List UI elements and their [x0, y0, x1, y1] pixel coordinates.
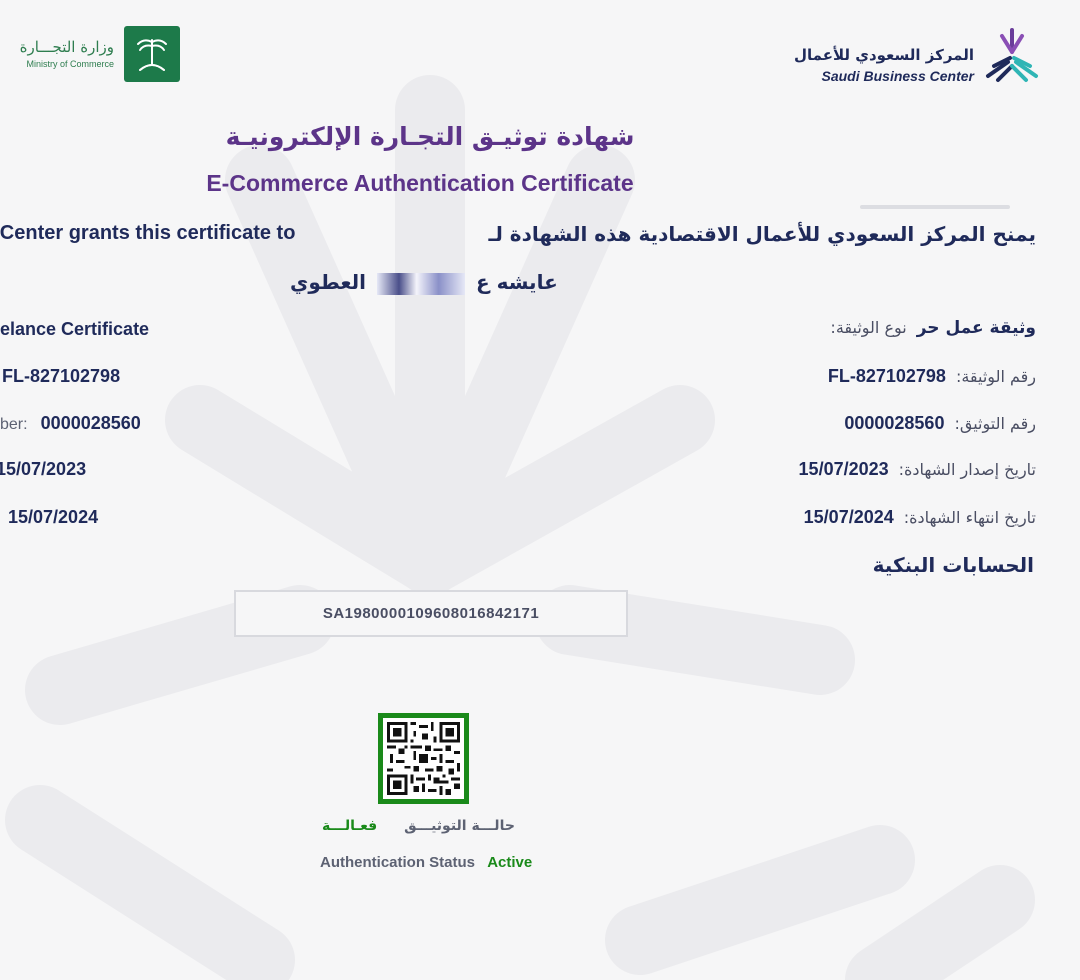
palm-swords-emblem-icon: [124, 26, 180, 82]
moc-name-ar: وزارة التجـــارة: [19, 38, 114, 56]
auth-status-ar: حالـــة التوثيـــق فعـالـــة: [322, 818, 515, 834]
qr-code-icon[interactable]: [378, 713, 469, 804]
moc-logo: وزارة التجـــارة Ministry of Commerce: [14, 26, 184, 86]
field-row-expiry-date-ar: تاريخ انتهاء الشهادة: 15/07/2024: [804, 507, 1036, 528]
field-value: 0000028560: [40, 413, 141, 433]
field-label: تاريخ انتهاء الشهادة:: [903, 508, 1036, 527]
field-row-issue-date-ar: تاريخ إصدار الشهادة: 15/07/2023: [799, 459, 1036, 480]
sbc-star-icon: [986, 28, 1038, 82]
certificate-title-en: E-Commerce Authentication Certificate: [206, 170, 634, 196]
field-label: ber:: [0, 416, 28, 433]
auth-status-en: Authentication Status Active: [320, 854, 532, 871]
status-value-en: Active: [487, 854, 533, 871]
field-label: تاريخ إصدار الشهادة:: [898, 460, 1036, 479]
field-label: رقم الوثيقة:: [955, 367, 1036, 386]
bank-accounts-heading: الحسابات البنكية: [872, 553, 1034, 577]
field-label: نوع الوثيقة:: [830, 318, 907, 337]
redacted-name-part: [376, 272, 465, 295]
holder-name: عايشه ع العطوي: [290, 270, 558, 295]
status-label-ar: حالـــة التوثيـــق: [404, 818, 515, 834]
iban-box: SA1980000109608016842171: [234, 590, 628, 637]
field-value-doc-type-en: elance Certificate: [0, 319, 150, 339]
divider: [860, 205, 1010, 209]
field-row-auth-number-en: ber: 0000028560: [0, 413, 141, 434]
moc-name-en: Ministry of Commerce: [26, 59, 114, 69]
field-label: رقم التوثيق:: [954, 414, 1036, 433]
holder-last-name: العطوي: [290, 270, 367, 294]
field-value: FL-827102798: [827, 366, 946, 386]
iban-value: SA1980000109608016842171: [322, 605, 540, 622]
field-value-expiry-date-en: 15/07/2024: [8, 507, 99, 527]
grants-text-en: ss Center grants this certificate to: [0, 222, 296, 244]
field-value-issue-date-en: 15/07/2023: [0, 459, 87, 479]
field-row-doc-type-ar: نوع الوثيقة: وثيقة عمل حر: [830, 318, 1036, 338]
field-value: 0000028560: [844, 413, 945, 433]
status-value-ar: فعـالـــة: [322, 818, 378, 834]
sbc-logo: المركز السعودي للأعمال Saudi Business Ce…: [794, 26, 1040, 86]
field-row-auth-number-ar: رقم التوثيق: 0000028560: [844, 413, 1036, 434]
grants-text-ar: يمنح المركز السعودي للأعمال الاقتصادية ه…: [488, 222, 1037, 246]
field-value-doc-number-en: FL-827102798: [2, 366, 121, 386]
field-value: 15/07/2023: [798, 459, 889, 479]
holder-first-name: عايشه ع: [475, 270, 558, 294]
field-row-doc-number-ar: رقم الوثيقة: FL-827102798: [828, 366, 1036, 387]
status-label-en: Authentication Status: [320, 854, 476, 871]
field-value: وثيقة عمل حر: [916, 318, 1036, 338]
sbc-name-ar: المركز السعودي للأعمال: [794, 46, 974, 64]
field-value: 15/07/2024: [803, 507, 894, 527]
sbc-name-en: Saudi Business Center: [821, 68, 975, 84]
certificate-title-ar: شهادة توثيـق التجـارة الإلكترونيـة: [225, 122, 635, 151]
